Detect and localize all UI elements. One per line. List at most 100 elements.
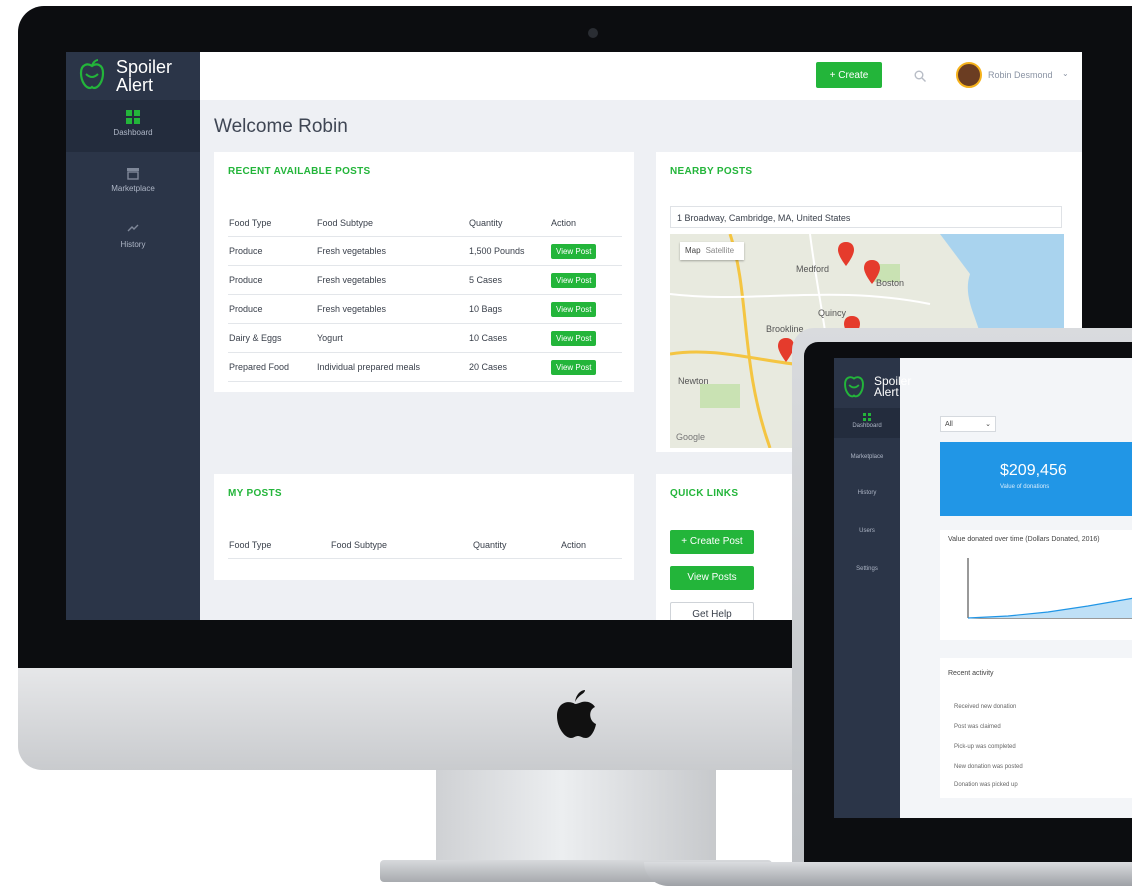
camera-dot	[588, 28, 598, 38]
map-search-input[interactable]: 1 Broadway, Cambridge, MA, United States	[670, 206, 1062, 228]
column-header: Quantity	[468, 210, 550, 237]
laptop-nav-marketplace[interactable]: Marketplace	[834, 454, 900, 460]
action-cell: View Post	[550, 323, 622, 353]
laptop-nav-dashboard[interactable]: Dashboard	[834, 408, 900, 438]
chart-title: Value donated over time (Dollars Donated…	[948, 536, 1100, 543]
view-post-button[interactable]: View Post	[551, 272, 597, 288]
view-post-button[interactable]: View Post	[551, 301, 597, 317]
column-header: Action	[550, 210, 622, 237]
stat-label: Value of donations	[1000, 484, 1050, 490]
user-name[interactable]: Robin Desmond	[988, 70, 1053, 80]
laptop-nav-label: Users	[859, 528, 875, 534]
panel-title: MY POSTS	[228, 488, 282, 499]
action-cell: View Post	[550, 294, 622, 324]
sidebar-item-history[interactable]: History	[66, 212, 200, 264]
list-title: Recent activity	[948, 670, 994, 677]
column-header: Food Subtype	[330, 532, 472, 559]
laptop-nav-label: Settings	[856, 566, 878, 572]
laptop-filter-select[interactable]: All ⌄	[940, 416, 996, 432]
food-subtype-cell: Yogurt	[316, 323, 468, 353]
app-name: Spoiler Alert	[116, 58, 172, 94]
sidebar: Spoiler Alert Dashboard Marketplace Hist…	[66, 52, 200, 620]
view-posts-button[interactable]: View Posts	[670, 566, 754, 590]
view-post-button[interactable]: View Post	[551, 243, 597, 259]
laptop-nav-label: History	[857, 490, 877, 496]
food-subtype-cell: Fresh vegetables	[316, 265, 468, 295]
my-posts-panel: MY POSTS Food Type Food Subtype Quantity…	[214, 474, 634, 580]
store-icon	[127, 168, 139, 180]
laptop-chart-card: Value donated over time (Dollars Donated…	[940, 530, 1132, 640]
list-item: Received new donation	[954, 704, 1017, 710]
food-subtype-cell: Fresh vegetables	[316, 294, 468, 324]
stat-value: $209,456	[1000, 462, 1067, 479]
avatar[interactable]	[956, 62, 982, 88]
map-label: Quincy	[818, 308, 847, 318]
map-attribution: Google	[676, 432, 705, 442]
view-post-button[interactable]: View Post	[551, 359, 597, 375]
search-icon[interactable]	[914, 70, 926, 82]
list-item: Donation was picked up	[954, 782, 1018, 788]
view-post-button[interactable]: View Post	[551, 330, 597, 346]
column-header: Action	[560, 532, 622, 559]
table-row: Produce Fresh vegetables 1,500 Pounds Vi…	[228, 236, 622, 266]
chevron-down-icon[interactable]: ⌄	[1062, 69, 1069, 78]
my-posts-table: Food Type Food Subtype Quantity Action	[228, 532, 622, 559]
laptop-app-name: Spoiler Alert	[874, 375, 911, 399]
map-type-toggle[interactable]: Map Satellite	[680, 242, 744, 260]
action-cell: View Post	[550, 265, 622, 295]
create-button[interactable]: + Create	[816, 62, 882, 88]
column-header: Food Type	[228, 210, 316, 237]
action-cell: View Post	[550, 236, 622, 266]
map-toggle-map[interactable]: Map	[680, 246, 706, 255]
list-item: Post was claimed	[954, 724, 1001, 730]
map-label: Boston	[876, 278, 904, 288]
food-type-cell: Produce	[228, 236, 316, 266]
chevron-down-icon: ⌄	[985, 421, 991, 428]
quantity-cell: 10 Bags	[468, 294, 550, 324]
map-label: Medford	[796, 264, 829, 274]
apple-outline-icon	[79, 59, 105, 90]
table-row: Dairy & Eggs Yogurt 10 Cases View Post	[228, 323, 622, 353]
laptop-nav-label: Marketplace	[850, 454, 884, 460]
table-row: Produce Fresh vegetables 10 Bags View Po…	[228, 294, 622, 324]
sidebar-item-dashboard[interactable]: Dashboard	[66, 100, 200, 152]
column-header: Food Type	[228, 532, 330, 559]
food-subtype-cell: Fresh vegetables	[316, 236, 468, 266]
laptop-nav-users[interactable]: Users	[834, 528, 900, 534]
table-header-row: Food Type Food Subtype Quantity Action	[228, 532, 622, 559]
quantity-cell: 5 Cases	[468, 265, 550, 295]
create-post-button[interactable]: + Create Post	[670, 530, 754, 554]
app-logo[interactable]: Spoiler Alert	[74, 54, 198, 98]
history-icon	[127, 224, 139, 232]
panel-title: NEARBY POSTS	[670, 166, 753, 177]
food-type-cell: Produce	[228, 294, 316, 324]
list-item: New donation was posted	[954, 764, 1023, 770]
laptop-activity-card: Recent activity Received new donation Po…	[940, 658, 1132, 798]
panel-title: RECENT AVAILABLE POSTS	[228, 166, 371, 177]
get-help-button[interactable]: Get Help	[670, 602, 754, 620]
area-chart	[967, 558, 1132, 619]
sidebar-item-marketplace[interactable]: Marketplace	[66, 156, 200, 208]
table-row: Prepared Food Individual prepared meals …	[228, 352, 622, 382]
quantity-cell: 10 Cases	[468, 323, 550, 353]
grid-icon	[863, 413, 871, 421]
laptop-sidebar: Spoiler Alert Dashboard Marketplace Hist…	[834, 358, 911, 818]
map-toggle-satellite[interactable]: Satellite	[706, 246, 734, 255]
food-type-cell: Dairy & Eggs	[228, 323, 316, 353]
app-name-line1: Spoiler	[116, 57, 173, 77]
app-name-line2: Alert	[874, 385, 899, 399]
list-item: Pick-up was completed	[954, 744, 1016, 750]
apple-logo-icon	[557, 690, 596, 738]
apple-outline-icon	[844, 376, 864, 398]
column-header: Food Subtype	[316, 210, 468, 237]
map-label: Brookline	[766, 324, 804, 334]
recent-posts-table: Food Type Food Subtype Quantity Action P…	[228, 210, 622, 382]
sidebar-item-label: History	[120, 240, 146, 249]
laptop-nav-settings[interactable]: Settings	[834, 566, 900, 572]
page-title: Welcome Robin	[214, 116, 348, 137]
imac-stand	[436, 770, 716, 866]
laptop-base	[644, 862, 1132, 886]
action-cell: View Post	[550, 352, 622, 382]
sidebar-item-label: Dashboard	[113, 128, 153, 137]
laptop-nav-history[interactable]: History	[834, 490, 900, 496]
